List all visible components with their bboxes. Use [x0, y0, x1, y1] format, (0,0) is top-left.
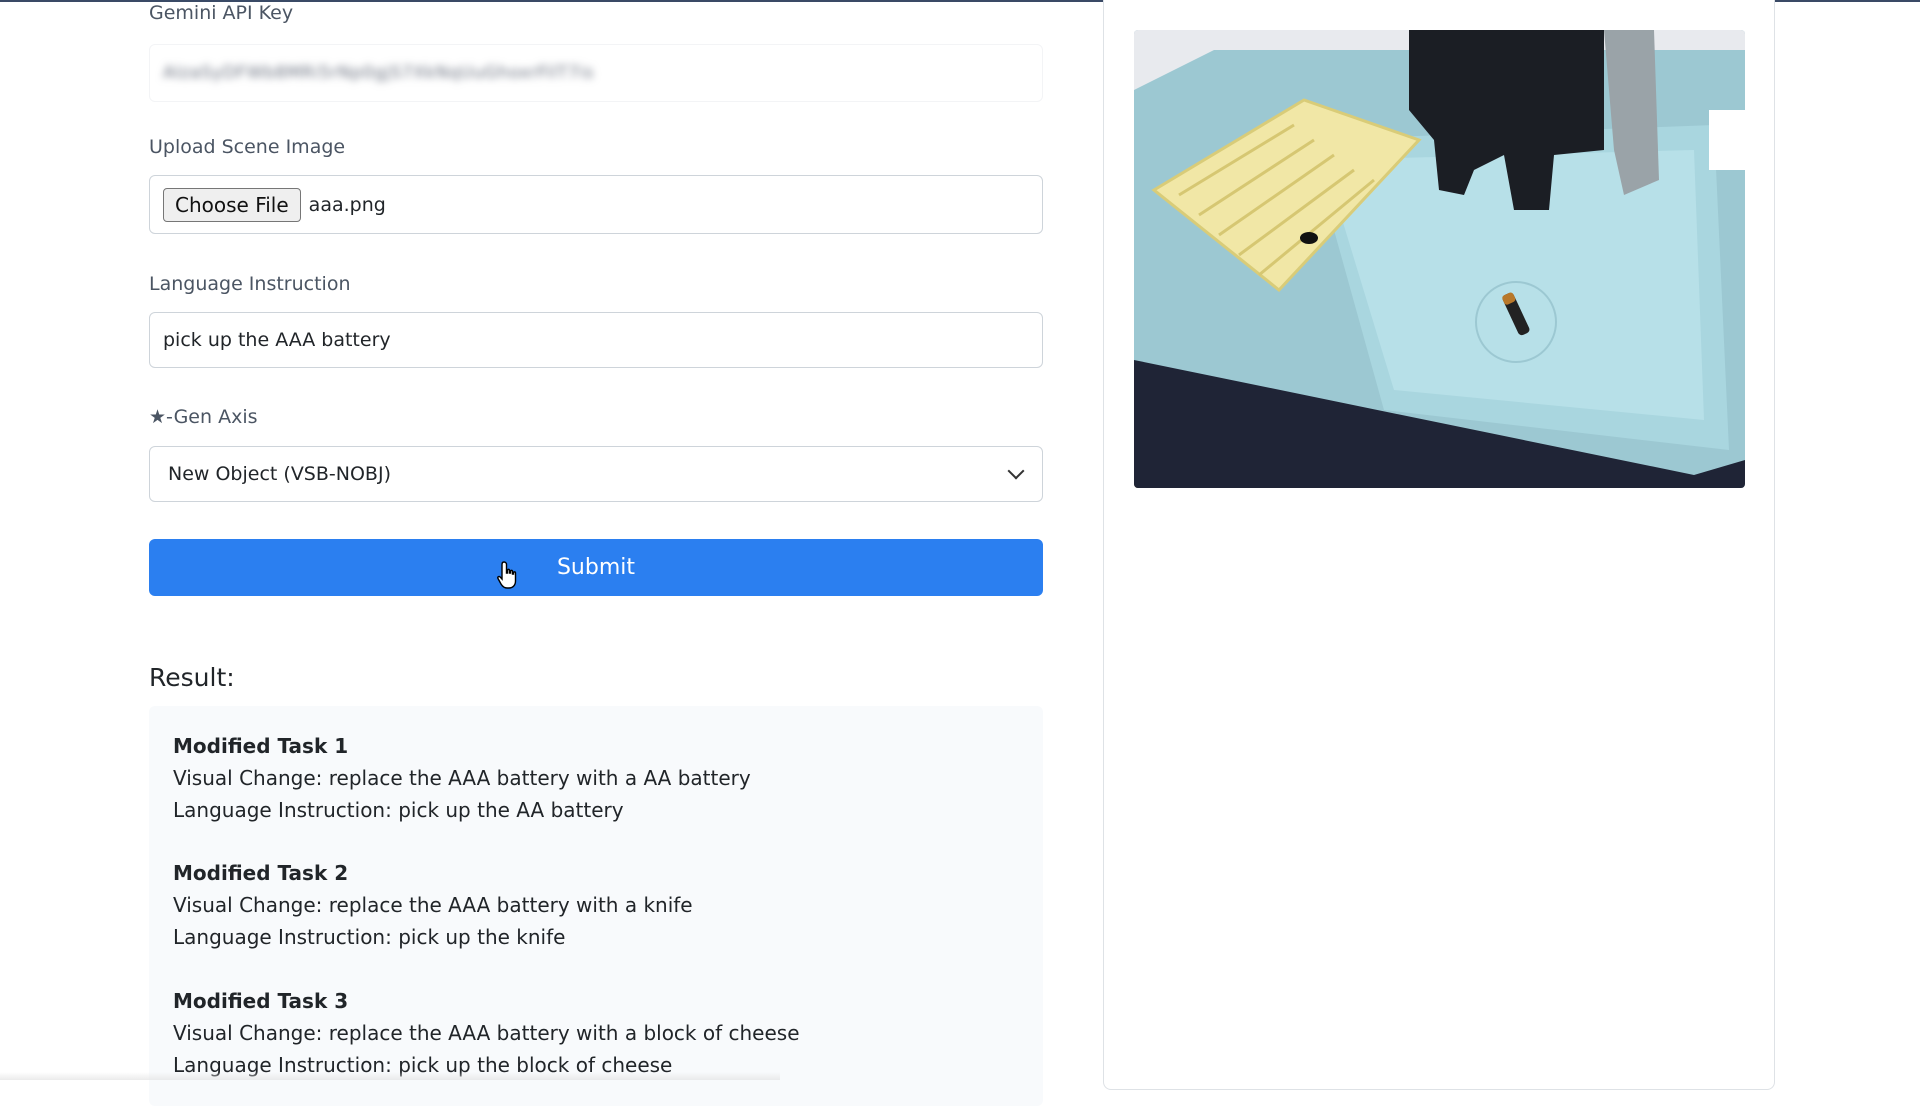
result-title: Result: [149, 663, 235, 692]
instruction-label: Language Instruction [149, 273, 351, 295]
preview-panel [1103, 0, 1775, 1090]
task-instruction: Language Instruction: pick up the AA bat… [173, 798, 624, 822]
task-visual-change: Visual Change: replace the AAA battery w… [173, 1021, 800, 1045]
result-task-3: Modified Task 3 Visual Change: replace t… [173, 985, 800, 1081]
file-upload-input[interactable]: Choose File aaa.png [149, 175, 1043, 234]
gen-axis-select[interactable]: New Object (VSB-NOBJ) [149, 446, 1043, 502]
scene-image [1134, 30, 1745, 488]
task-visual-change: Visual Change: replace the AAA battery w… [173, 766, 751, 790]
task-title: Modified Task 2 [173, 861, 349, 885]
gen-axis-label: ★-Gen Axis [149, 406, 258, 428]
task-title: Modified Task 1 [173, 734, 349, 758]
result-task-2: Modified Task 2 Visual Change: replace t… [173, 857, 693, 953]
result-panel: Modified Task 1 Visual Change: replace t… [149, 706, 1043, 1106]
selected-file-name: aaa.png [308, 193, 386, 216]
task-visual-change: Visual Change: replace the AAA battery w… [173, 893, 693, 917]
api-key-input[interactable]: AIzaSyDFWb8MRi5rNp0gjS7XkNqUuGhoxrFilT7i… [149, 44, 1043, 102]
api-key-label: Gemini API Key [149, 2, 294, 24]
task-instruction: Language Instruction: pick up the knife [173, 925, 566, 949]
instruction-input[interactable]: pick up the AAA battery [149, 312, 1043, 368]
submit-button[interactable]: Submit [149, 539, 1043, 596]
scene-illustration [1134, 30, 1745, 488]
chevron-down-icon [1007, 462, 1025, 480]
upload-label: Upload Scene Image [149, 136, 346, 158]
hand-cursor-icon [497, 561, 517, 589]
choose-file-button[interactable]: Choose File [163, 187, 301, 222]
result-task-1: Modified Task 1 Visual Change: replace t… [173, 730, 751, 826]
api-key-value: AIzaSyDFWb8MRi5rNp0gjS7XkNqUuGhoxrFilT7i… [163, 63, 594, 83]
bottom-shadow [0, 1072, 780, 1080]
gen-axis-selected: New Object (VSB-NOBJ) [168, 463, 391, 485]
task-title: Modified Task 3 [173, 989, 349, 1013]
